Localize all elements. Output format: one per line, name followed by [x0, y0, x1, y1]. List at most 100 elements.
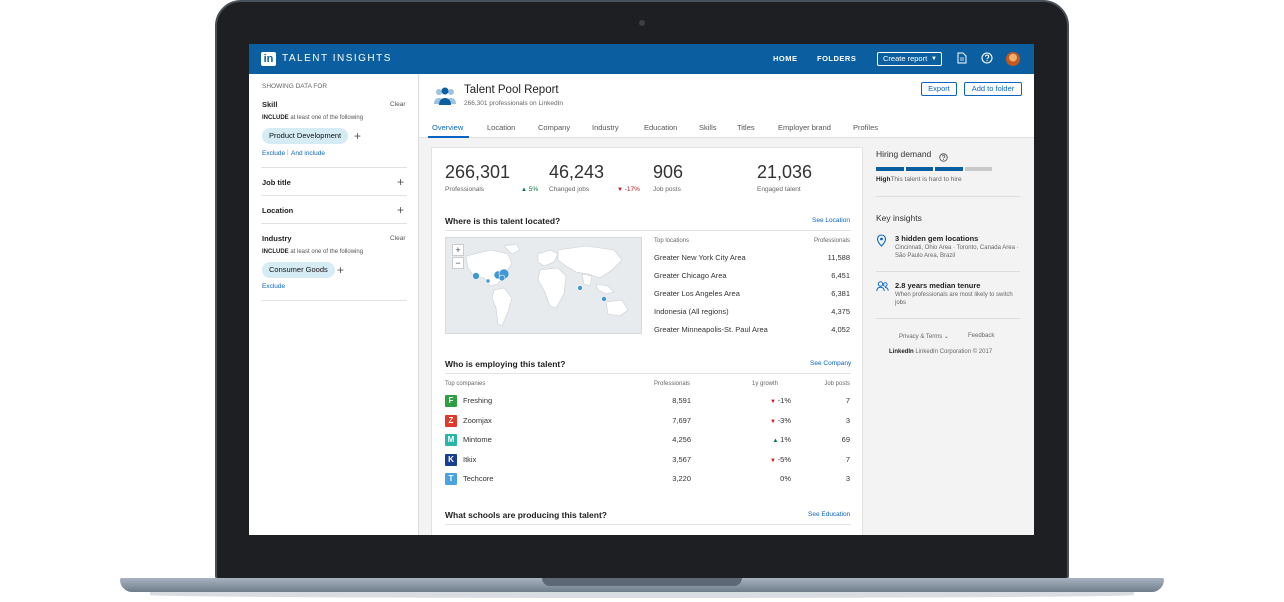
add-location-plus-icon[interactable]: + [397, 204, 404, 216]
link-separator: | [287, 150, 289, 156]
top-companies-header: Top companies [445, 381, 486, 387]
key-insights-title: Key insights [876, 213, 922, 223]
privacy-terms-link[interactable]: Privacy & Terms ⌄ [899, 333, 949, 340]
document-icon[interactable] [955, 52, 968, 66]
company-professionals: 3,220 [672, 474, 691, 484]
help-icon[interactable] [980, 52, 993, 66]
add-to-folder-button[interactable]: Add to folder [964, 82, 1022, 96]
include-rule-text: at least one of the following [290, 249, 364, 255]
industry-pill-consumer-goods[interactable]: Consumer Goods [262, 262, 335, 278]
growth-value: 0% [780, 474, 791, 484]
divider [876, 196, 1020, 197]
trend-down-icon: ▼ [770, 418, 778, 425]
tab-industry[interactable]: Industry [592, 123, 619, 132]
tab-overview[interactable]: Overview [432, 123, 463, 132]
company-job-posts: 3 [845, 474, 850, 484]
location-name: Greater New York City Area [654, 253, 746, 262]
skill-filter-title: Skill [262, 100, 278, 109]
insight-title[interactable]: 3 hidden gem locations [895, 234, 978, 243]
job-title-filter[interactable]: Job title [262, 178, 291, 187]
insight-description: Cincinnati, Ohio Area · Toronto, Canada … [895, 245, 1019, 259]
company-name[interactable]: Techcore [463, 474, 493, 483]
trend-down-icon: ▼ [617, 187, 623, 193]
stat-professionals-label: Professionals [445, 186, 485, 193]
company-name[interactable]: Zoomjax [463, 416, 492, 425]
location-count: 6,381 [831, 289, 850, 298]
company-growth: 0% [780, 474, 791, 483]
overview-card: 266,301 Professionals ▲ 5% 46,243 Change… [431, 147, 863, 535]
company-growth: ▼ -3% [770, 416, 791, 425]
tab-skills[interactable]: Skills [699, 123, 717, 132]
footer-copyright-row: LinkedIn LinkedIn Corporation © 2017 [889, 349, 992, 355]
chevron-down-icon: ▼ [931, 56, 937, 62]
company-name[interactable]: Freshing [463, 396, 492, 405]
tab-employer-brand[interactable]: Employer brand [778, 123, 831, 132]
location-count: 4,375 [831, 307, 850, 316]
skill-exclude-link[interactable]: Exclude [262, 150, 285, 157]
demand-bar-segment [935, 167, 963, 171]
stat-engaged-talent-label: Engaged talent [757, 186, 801, 193]
map-marker [472, 272, 480, 280]
page-subtitle: 266,301 professionals on LinkedIn [464, 100, 564, 107]
product-name: TALENT INSIGHTS [282, 53, 392, 64]
tab-education[interactable]: Education [644, 123, 677, 132]
add-skill-plus-icon[interactable]: + [354, 130, 361, 142]
industry-exclude-link[interactable]: Exclude [262, 283, 285, 290]
see-location-link[interactable]: See Location [812, 217, 850, 224]
industry-clear-button[interactable]: Clear [390, 235, 406, 242]
app-screen: in TALENT INSIGHTS HOME FOLDERS Create r… [249, 44, 1034, 535]
skill-and-include-link[interactable]: And include [291, 150, 325, 157]
growth-header: 1y growth [752, 381, 779, 387]
talent-location-map[interactable]: + − [445, 237, 642, 334]
demand-bar-segment [905, 167, 933, 171]
divider [261, 195, 407, 196]
hiring-demand-title: Hiring demand [876, 149, 932, 159]
avatar[interactable] [1006, 52, 1020, 66]
hiring-demand-bar [876, 167, 992, 171]
feedback-link[interactable]: Feedback [968, 333, 994, 339]
divider [261, 167, 407, 168]
trend-down-icon: ▼ [770, 457, 778, 464]
tab-titles[interactable]: Titles [737, 123, 755, 132]
techcore-logo-icon: T [445, 473, 457, 486]
report-tabs: Overview Location Company Industry Educa… [419, 118, 1034, 138]
see-company-link[interactable]: See Company [810, 360, 851, 367]
nav-folders[interactable]: FOLDERS [817, 54, 856, 63]
help-icon[interactable] [939, 149, 948, 162]
showing-data-label: SHOWING DATA FOR [262, 83, 328, 90]
nav-home[interactable]: HOME [773, 54, 798, 63]
divider [261, 300, 407, 301]
trend-up-icon: ▲ [772, 438, 781, 445]
tab-company[interactable]: Company [538, 123, 570, 132]
zoomjax-logo-icon: Z [445, 414, 457, 427]
company-growth: ▲ 1% [773, 435, 791, 444]
hiring-demand-level: High [876, 176, 891, 183]
stat-professionals-value: 266,301 [445, 162, 511, 182]
growth-value: -1% [777, 396, 791, 405]
people-icon [876, 281, 890, 295]
export-button[interactable]: Export [921, 82, 957, 96]
add-job-title-plus-icon[interactable]: + [397, 176, 404, 188]
skill-pill-product-development[interactable]: Product Development [262, 128, 349, 144]
location-filter[interactable]: Location [262, 206, 293, 215]
company-job-posts: 69 [841, 435, 850, 445]
create-report-button[interactable]: Create report ▼ [877, 52, 942, 66]
company-name[interactable]: Itkix [463, 455, 476, 464]
industry-filter-title: Industry [262, 234, 292, 243]
copyright-text: LinkedIn Corporation © 2017 [915, 349, 993, 355]
map-marker [577, 285, 583, 291]
camera [639, 20, 645, 26]
skill-clear-button[interactable]: Clear [390, 101, 406, 108]
linkedin-logo[interactable]: in [261, 52, 276, 66]
growth-value: -5% [777, 454, 791, 464]
company-name[interactable]: Mintome [463, 435, 492, 444]
tab-profiles[interactable]: Profiles [853, 123, 878, 132]
talent-pool-icon [434, 87, 456, 105]
tab-location[interactable]: Location [487, 123, 515, 132]
add-industry-plus-icon[interactable]: + [337, 264, 344, 276]
see-education-link[interactable]: See Education [808, 511, 850, 518]
job-posts-header: Job posts [824, 381, 850, 387]
stat-changed-jobs-delta: ▼ -17% [617, 186, 640, 193]
hiring-demand-level-row: HighThis talent is hard to hire [876, 176, 962, 183]
insight-title[interactable]: 2.8 years median tenure [895, 281, 980, 290]
